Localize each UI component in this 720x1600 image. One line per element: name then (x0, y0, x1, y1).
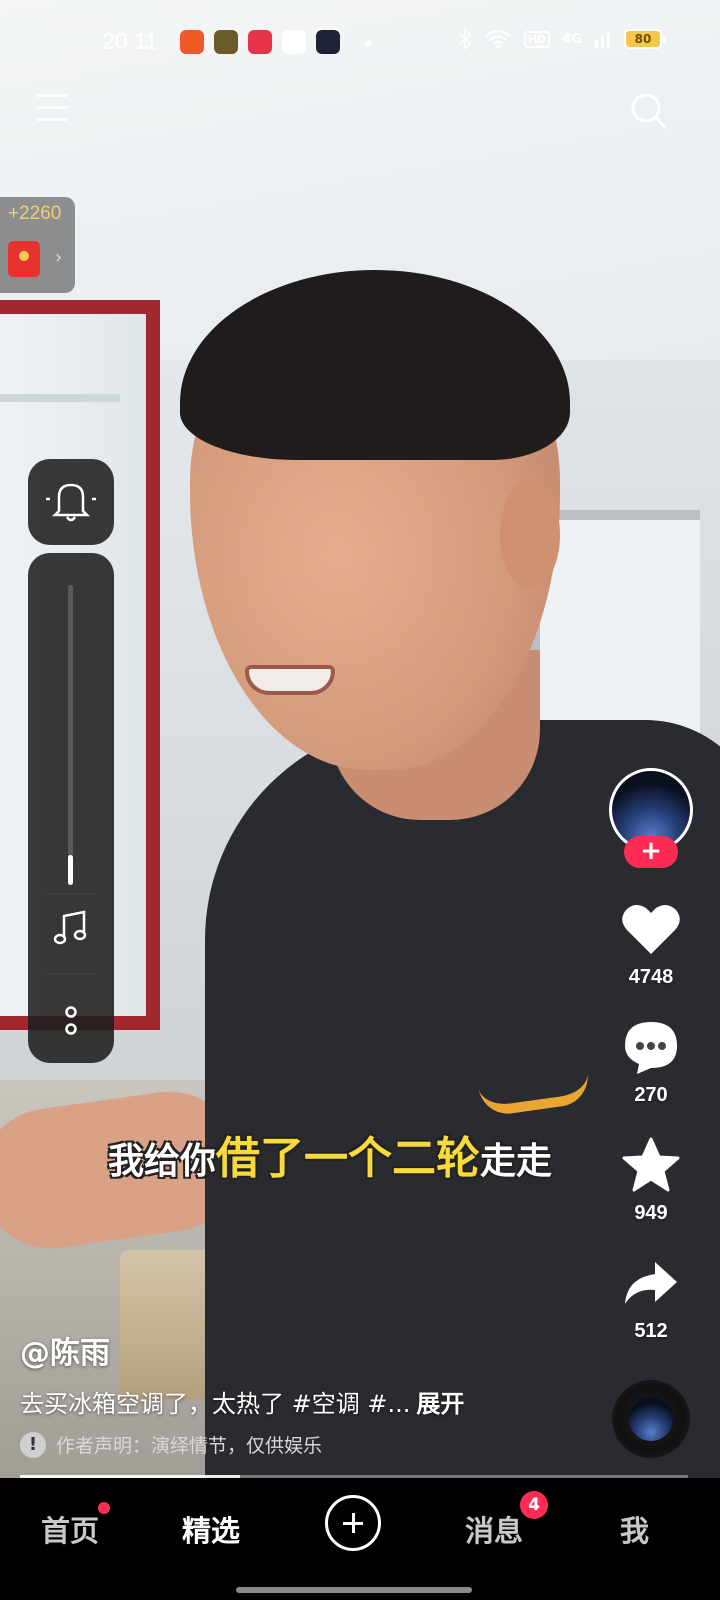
video-person-ear (500, 480, 560, 590)
notification-app-icons (180, 30, 340, 54)
author-disclaimer: ! 作者声明：演绎情节，仅供娱乐 (20, 1431, 322, 1458)
home-indicator[interactable] (236, 1587, 472, 1593)
search-icon[interactable] (630, 92, 668, 130)
comment-count: 270 (634, 1084, 668, 1106)
messages-badge: 4 (520, 1491, 548, 1519)
more-notifications-dot (365, 40, 372, 47)
share-arrow-icon (625, 1262, 677, 1304)
hd-indicator: HD (523, 30, 551, 48)
comment-button[interactable]: 270 (611, 1018, 691, 1107)
status-bar: 20:11 HD 4G 80 (0, 24, 720, 64)
volume-divider (46, 973, 96, 974)
chevron-right-icon: › (55, 247, 63, 268)
status-right-group: HD 4G 80 (458, 28, 666, 50)
nav-featured[interactable]: 精选 (182, 1508, 240, 1550)
dark-app-icon (316, 30, 340, 54)
share-button[interactable]: 512 (611, 1256, 691, 1343)
expand-caption-link[interactable]: 展开 (416, 1390, 464, 1418)
wifi-icon (485, 29, 511, 49)
hamburger-menu-icon[interactable] (36, 94, 68, 124)
favorite-count: 949 (634, 1202, 668, 1224)
red-envelope-icon (8, 241, 40, 277)
music-note-icon[interactable] (52, 908, 90, 948)
comment-icon (625, 1022, 677, 1074)
post-caption[interactable]: 去买冰箱空调了，太热了 #空调 #... 展开 (20, 1384, 464, 1419)
author-name[interactable]: @陈雨 (20, 1328, 110, 1372)
subtitle-part-1: 我给你 (108, 1141, 217, 1182)
volume-slider[interactable] (68, 585, 73, 885)
disclaimer-text: 作者声明：演绎情节，仅供娱乐 (56, 1435, 323, 1457)
nav-me[interactable]: 我 (620, 1508, 649, 1550)
reward-points: +2260 (8, 203, 62, 224)
caption-text: 去买冰箱空调了，太热了 #空调 #... (20, 1390, 411, 1418)
nav-home[interactable]: 首页 (41, 1508, 99, 1550)
follow-button[interactable]: + (624, 836, 678, 868)
feather-app-icon (282, 30, 306, 54)
volume-divider (46, 893, 96, 894)
volume-panel (28, 553, 114, 1063)
like-button[interactable]: 4748 (611, 900, 691, 989)
reward-widget[interactable]: +2260 › (0, 197, 75, 293)
info-icon: ! (20, 1431, 46, 1458)
video-app-icon (180, 30, 204, 54)
signal-icon (595, 31, 610, 48)
nav-messages[interactable]: 消息 (465, 1508, 523, 1550)
heart-icon (622, 904, 680, 954)
bluetooth-icon (459, 28, 472, 50)
music-disc[interactable] (612, 1380, 690, 1458)
like-count: 4748 (628, 966, 674, 988)
more-options-icon[interactable] (63, 1003, 79, 1039)
battery-icon: 80 (624, 29, 666, 49)
share-count: 512 (634, 1320, 668, 1342)
bottom-navigation: 首页 精选 消息 4 我 (0, 1478, 720, 1600)
bell-icon (46, 483, 96, 522)
favorite-button[interactable]: 949 (611, 1136, 691, 1225)
game-app-icon (214, 30, 238, 54)
video-person-mouth (245, 665, 335, 695)
music-app-icon (248, 30, 272, 54)
create-post-button[interactable] (325, 1495, 381, 1551)
subtitle-part-2: 走走 (480, 1141, 553, 1182)
music-disc-cover (629, 1397, 673, 1441)
subtitle-highlight: 借了一个二轮 (216, 1133, 481, 1184)
video-subtitle: 我给你借了一个二轮走走 (108, 1122, 628, 1192)
status-time: 20:11 (102, 28, 158, 54)
network-type: 4G (562, 31, 582, 47)
star-icon (622, 1137, 680, 1192)
home-notification-dot (98, 1502, 110, 1514)
volume-slider-fill (68, 855, 73, 885)
ringer-mode-button[interactable] (28, 459, 114, 545)
